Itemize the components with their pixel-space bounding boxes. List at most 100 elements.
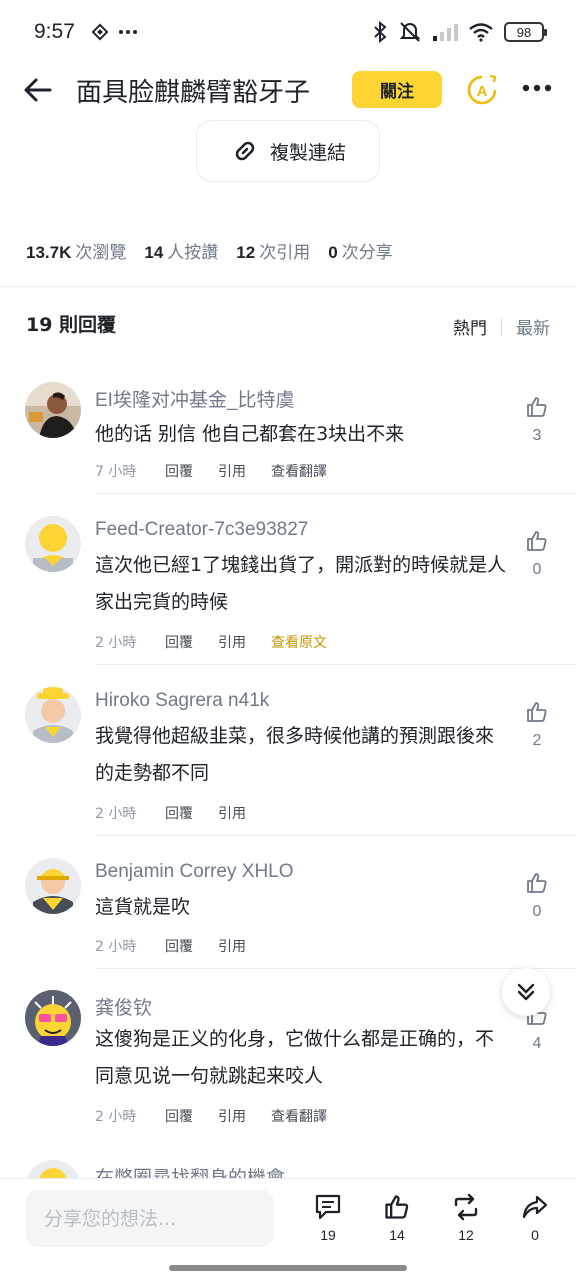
- comment-author[interactable]: 龚俊钦: [95, 993, 152, 1020]
- comment-time: 2 小時: [95, 1109, 137, 1125]
- ellipsis-icon: [119, 30, 137, 34]
- status-bar: 9:57 98: [0, 0, 576, 64]
- thumbs-up-icon: [527, 702, 547, 722]
- thumbs-up-icon: [527, 873, 547, 893]
- thumbs-up-icon: [385, 1195, 409, 1219]
- replies-heading: 19 則回覆: [26, 314, 117, 336]
- link-icon: [235, 141, 255, 161]
- wifi-icon: [469, 23, 493, 42]
- like-button[interactable]: 3: [524, 395, 550, 445]
- header: 面具脸麒麟臂豁牙子 關注 A: [0, 64, 576, 116]
- comment-divider: [95, 493, 576, 494]
- comment-meta: 2 小時 回覆 引用: [95, 936, 271, 956]
- translate-button[interactable]: 查看翻譯: [271, 461, 327, 481]
- reply-button[interactable]: 回覆: [165, 632, 193, 652]
- back-arrow-icon[interactable]: [22, 76, 54, 104]
- comment-time: 7 小時: [95, 464, 137, 480]
- comment-item: 在幣圈尋找翻身的機會: [0, 1160, 576, 1178]
- like-count: 0: [532, 561, 542, 578]
- quote-button[interactable]: 引用: [218, 461, 246, 481]
- status-time: 9:57: [34, 20, 75, 43]
- comment-author[interactable]: Benjamin Correy XHLO: [95, 861, 294, 883]
- comment-author[interactable]: Feed-Creator-7c3e93827: [95, 519, 308, 541]
- reply-button[interactable]: 回覆: [165, 936, 193, 956]
- home-indicator[interactable]: [169, 1265, 407, 1271]
- comment-divider: [95, 664, 576, 665]
- like-button[interactable]: 2: [524, 700, 550, 750]
- share-icon: [522, 1195, 548, 1219]
- view-original-button[interactable]: 查看原文: [271, 632, 327, 652]
- reply-button[interactable]: 回覆: [165, 803, 193, 823]
- comment-divider: [95, 835, 576, 836]
- scroll-down-button[interactable]: [502, 968, 550, 1016]
- comment-text: 我覺得他超級韭菜，很多時候他講的預測跟後來的走勢都不同: [95, 725, 495, 784]
- bottom-action-bar: 19 14 12 0: [0, 1178, 576, 1280]
- like-count: 4: [532, 1035, 542, 1052]
- sort-new-tab[interactable]: 最新: [516, 314, 550, 339]
- like-button[interactable]: 0: [524, 871, 550, 921]
- sort-separator: [501, 317, 502, 336]
- quote-button[interactable]: 引用: [218, 1106, 246, 1126]
- comment-author[interactable]: EI埃隆对冲基金_比特虞: [95, 385, 295, 412]
- reply-button[interactable]: 回覆: [165, 461, 193, 481]
- like-post-button[interactable]: 14: [377, 1193, 417, 1243]
- comment-meta: 2 小時 回覆 引用 查看原文: [95, 632, 352, 652]
- comment-author[interactable]: Hiroko Sagrera n41k: [95, 690, 269, 712]
- comment-text: 这傻狗是正义的化身，它做什么都是正确的，不同意见说一句就跳起来咬人: [95, 1028, 495, 1087]
- comment-text: 這次他已經1了塊錢出貨了，開派對的時候就是人家出完貨的時候: [95, 554, 507, 613]
- quote-button[interactable]: 引用: [218, 803, 246, 823]
- comment-time: 2 小時: [95, 806, 137, 822]
- comment-author[interactable]: 在幣圈尋找翻身的機會: [95, 1163, 285, 1178]
- reposts-count: 12: [458, 1227, 474, 1243]
- binance-icon: [91, 23, 109, 41]
- comment-time: 2 小時: [95, 939, 137, 955]
- share-button[interactable]: 0: [515, 1193, 555, 1243]
- stat-quotes: 12 次引用: [236, 243, 311, 263]
- sort-toggle: 熱門 最新: [453, 314, 550, 339]
- follow-button[interactable]: 關注: [352, 71, 442, 108]
- comment-time: 2 小時: [95, 635, 137, 651]
- comment-meta: 2 小時 回覆 引用: [95, 803, 271, 823]
- more-options-icon[interactable]: [522, 82, 552, 94]
- thumbs-up-icon: [527, 531, 547, 551]
- stat-views: 13.7K 次瀏覽: [26, 243, 127, 263]
- avatar[interactable]: [25, 382, 81, 438]
- comment-icon: [315, 1194, 341, 1220]
- sort-hot-tab[interactable]: 熱門: [453, 314, 487, 339]
- quote-button[interactable]: 引用: [218, 632, 246, 652]
- mute-icon: [399, 22, 421, 42]
- likes-count: 14: [389, 1227, 405, 1243]
- comment-divider: [95, 968, 576, 969]
- comment-text: 這貨就是吹: [95, 896, 191, 918]
- copy-link-label: 複製連結: [269, 141, 346, 164]
- bluetooth-icon: [374, 21, 387, 43]
- repost-icon: [454, 1193, 478, 1221]
- comments-button[interactable]: 19: [308, 1193, 348, 1243]
- avatar[interactable]: [25, 687, 81, 743]
- svg-text:A: A: [477, 83, 488, 100]
- translate-icon[interactable]: A: [466, 74, 498, 106]
- avatar[interactable]: [25, 858, 81, 914]
- reply-button[interactable]: 回覆: [165, 1106, 193, 1126]
- like-count: 3: [532, 427, 542, 444]
- signal-icon: [433, 24, 458, 41]
- avatar[interactable]: [25, 516, 81, 572]
- post-stats: 13.7K 次瀏覽 14 人按讚 12 次引用 0 次分享: [26, 238, 393, 263]
- comments-count: 19: [320, 1227, 336, 1243]
- avatar[interactable]: [25, 990, 81, 1046]
- battery-icon: 98: [504, 22, 547, 42]
- thumbs-up-icon: [527, 397, 547, 417]
- avatar[interactable]: [25, 1160, 81, 1178]
- comment-meta: 2 小時 回覆 引用 查看翻譯: [95, 1106, 352, 1126]
- like-count: 0: [532, 903, 542, 920]
- copy-link-button[interactable]: 複製連結: [196, 120, 380, 182]
- shares-count: 0: [531, 1227, 539, 1243]
- repost-button[interactable]: 12: [446, 1193, 486, 1243]
- like-count: 2: [532, 732, 542, 749]
- translate-button[interactable]: 查看翻譯: [271, 1106, 327, 1126]
- stat-likes: 14 人按讚: [144, 243, 219, 263]
- comment-input[interactable]: [26, 1190, 274, 1247]
- comment-text: 他的话 别信 他自己都套在3块出不来: [95, 423, 405, 445]
- quote-button[interactable]: 引用: [218, 936, 246, 956]
- like-button[interactable]: 0: [524, 529, 550, 579]
